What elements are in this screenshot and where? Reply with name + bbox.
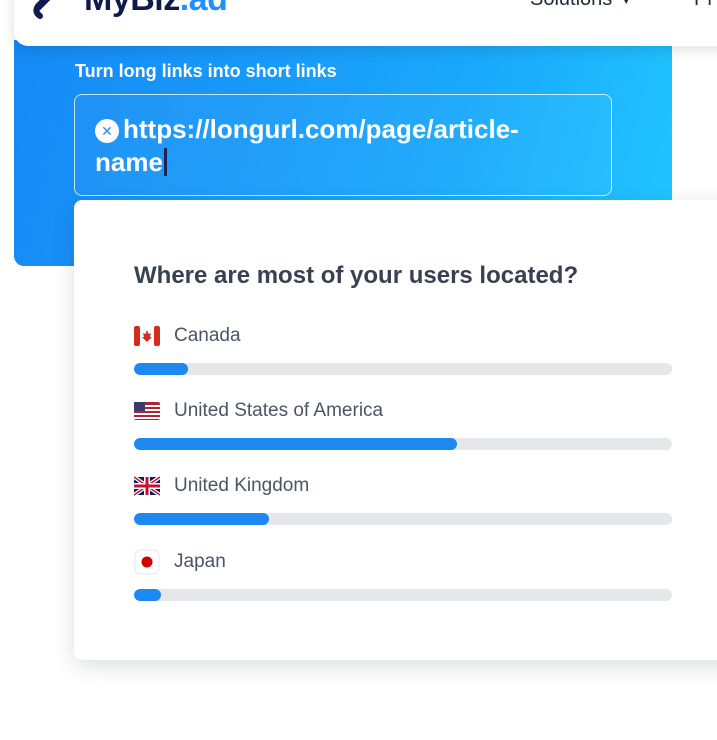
location-item: United States of America	[134, 399, 672, 450]
location-name: Japan	[174, 551, 226, 572]
location-progress-fill	[134, 363, 188, 375]
hero-label: Turn long links into short links	[75, 61, 337, 81]
nav-solutions-label: Solutions	[530, 0, 612, 11]
chain-link-icon	[33, 0, 51, 19]
nav-solutions-menu[interactable]: Solutions ▼	[530, 0, 632, 11]
url-text: https://longurl.com/page/article-name	[95, 114, 519, 177]
location-item: Japan	[134, 549, 672, 601]
page: MyBiz.ad Solutions ▼ Pr Turn long links …	[0, 0, 717, 740]
logo[interactable]: MyBiz.ad	[32, 0, 228, 20]
nav-next-item[interactable]: Pr	[694, 0, 714, 11]
location-item: United Kingdom	[134, 474, 672, 525]
japan-flag-icon	[134, 549, 160, 575]
location-progress-bar	[134, 513, 672, 525]
location-progress-fill	[134, 513, 269, 525]
location-item: Canada	[134, 324, 672, 375]
brand-name: MyBiz.ad	[84, 0, 228, 19]
canada-flag-icon	[134, 326, 160, 346]
close-circle-icon[interactable]: ✕	[95, 119, 119, 143]
url-input-value[interactable]: ✕ https://longurl.com/page/article-name	[95, 113, 525, 179]
location-progress-bar	[134, 438, 672, 450]
location-progress-bar	[134, 589, 672, 601]
location-progress-bar	[134, 363, 672, 375]
location-name: United Kingdom	[174, 475, 310, 496]
location-name: Canada	[174, 325, 241, 346]
location-name: United States of America	[174, 400, 384, 421]
uk-flag-icon	[134, 476, 160, 496]
url-input[interactable]: ✕ https://longurl.com/page/article-name	[74, 94, 612, 196]
chevron-down-icon: ▼	[620, 0, 632, 7]
text-caret	[163, 148, 167, 176]
card-title: Where are most of your users located?	[134, 262, 579, 289]
location-progress-fill	[134, 438, 457, 450]
us-flag-icon	[134, 402, 160, 420]
users-location-card: Where are most of your users located? Ca…	[74, 200, 717, 660]
location-progress-fill	[134, 589, 161, 601]
